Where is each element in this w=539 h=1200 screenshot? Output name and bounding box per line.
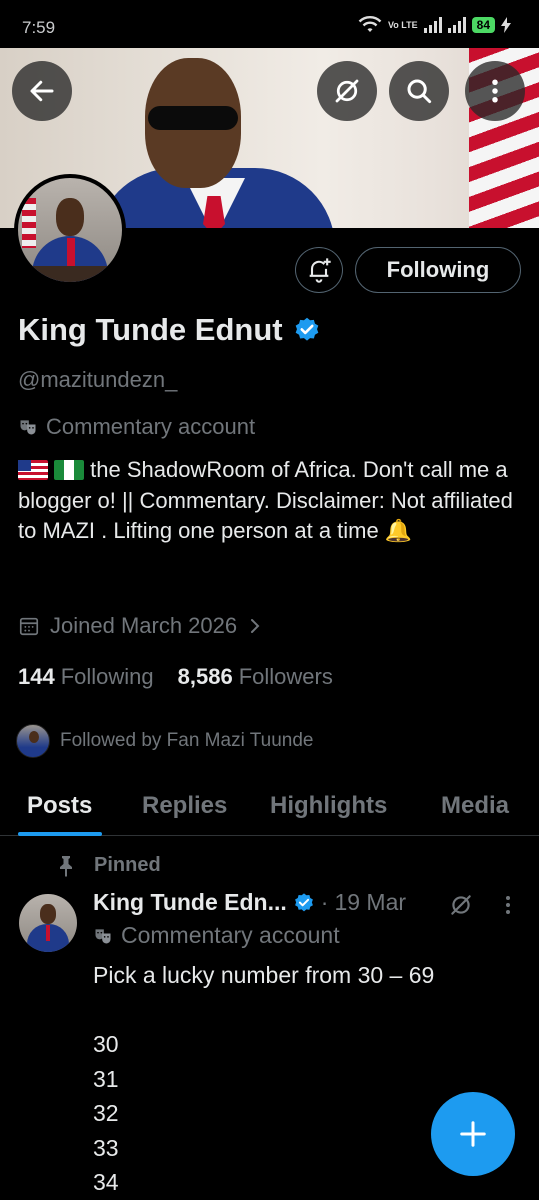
display-name: King Tunde Ednut [18, 312, 283, 347]
tab-highlights[interactable]: Highlights [270, 792, 387, 820]
tab-posts[interactable]: Posts [27, 792, 92, 820]
followed-by-row[interactable]: Followed by Fan Mazi Tuunde [16, 724, 313, 758]
active-tab-indicator [18, 832, 102, 836]
status-bar: 7:59 Vo LTE 84 [0, 0, 539, 48]
profile-avatar[interactable] [14, 174, 126, 286]
tweet-header: King Tunde Edn... · 19 Mar [93, 889, 406, 916]
tweet-category-label: Commentary account [121, 922, 340, 948]
theater-masks-icon [95, 928, 111, 943]
calendar-icon [19, 617, 39, 636]
bell-emoji: 🔔 [384, 518, 413, 543]
profile-name-row: King Tunde Ednut [18, 312, 321, 348]
verified-badge-icon[interactable] [293, 316, 321, 344]
wifi-icon [358, 16, 382, 32]
status-icons: Vo LTE 84 [358, 16, 511, 34]
signal-icon-2 [447, 17, 466, 33]
grok-icon [335, 79, 359, 103]
compose-button[interactable] [431, 1092, 515, 1176]
nigeria-flag-icon [54, 460, 85, 480]
joined-date[interactable]: Joined March 2026 [18, 613, 263, 639]
back-arrow-icon [30, 80, 54, 102]
follower-avatar [16, 724, 50, 758]
grok-icon [451, 895, 471, 915]
battery-indicator: 84 [471, 17, 495, 33]
tweet-category: Commentary account [93, 922, 340, 949]
bio-text: the ShadowRoom of Africa. Don't call me … [18, 457, 513, 543]
back-button[interactable] [12, 61, 72, 121]
volte-indicator: Vo LTE [387, 19, 418, 30]
signal-icon [423, 17, 442, 33]
joined-label: Joined March 2026 [50, 613, 238, 638]
chevron-right-icon [251, 619, 260, 633]
notifications-button[interactable] [295, 247, 343, 293]
category-label: Commentary account [46, 414, 256, 439]
charging-bolt-icon [501, 17, 511, 33]
grok-button[interactable] [317, 61, 377, 121]
pinned-indicator: Pinned [56, 854, 161, 877]
tweet-date[interactable]: 19 Mar [334, 889, 406, 916]
following-count-link[interactable]: 144 Following [18, 664, 154, 690]
following-button[interactable]: Following [355, 247, 521, 293]
tweet-author-avatar[interactable] [19, 894, 77, 952]
tweet-separator: · [320, 889, 329, 915]
more-options-button[interactable] [465, 61, 525, 121]
theater-masks-icon [20, 420, 36, 435]
us-flag-icon [18, 460, 48, 480]
pinned-label: Pinned [94, 854, 161, 876]
plus-icon [460, 1121, 486, 1147]
profile-tabs: Posts Replies Highlights Media [0, 780, 539, 836]
followers-count-link[interactable]: 8,586 Followers [178, 664, 333, 690]
more-vertical-icon [506, 896, 510, 914]
profile-handle: @mazitundezn_ [18, 367, 178, 392]
status-time: 7:59 [22, 18, 56, 37]
more-vertical-icon [492, 79, 498, 103]
followed-by-text: Followed by Fan Mazi Tuunde [60, 730, 314, 751]
tab-media[interactable]: Media [441, 792, 509, 820]
profile-category: Commentary account [18, 414, 255, 440]
pin-icon [60, 855, 72, 877]
bell-plus-icon [309, 258, 331, 283]
follow-stats: 144 Following 8,586 Followers [18, 664, 333, 690]
tweet-author-name[interactable]: King Tunde Edn... [93, 889, 287, 916]
tab-replies[interactable]: Replies [142, 792, 227, 820]
tweet-more-button[interactable] [499, 893, 517, 922]
profile-bio: the ShadowRoom of Africa. Don't call me … [18, 455, 523, 547]
verified-badge-icon [294, 892, 313, 911]
search-icon [407, 79, 432, 104]
tweet-grok-button[interactable] [448, 892, 474, 923]
search-button[interactable] [389, 61, 449, 121]
